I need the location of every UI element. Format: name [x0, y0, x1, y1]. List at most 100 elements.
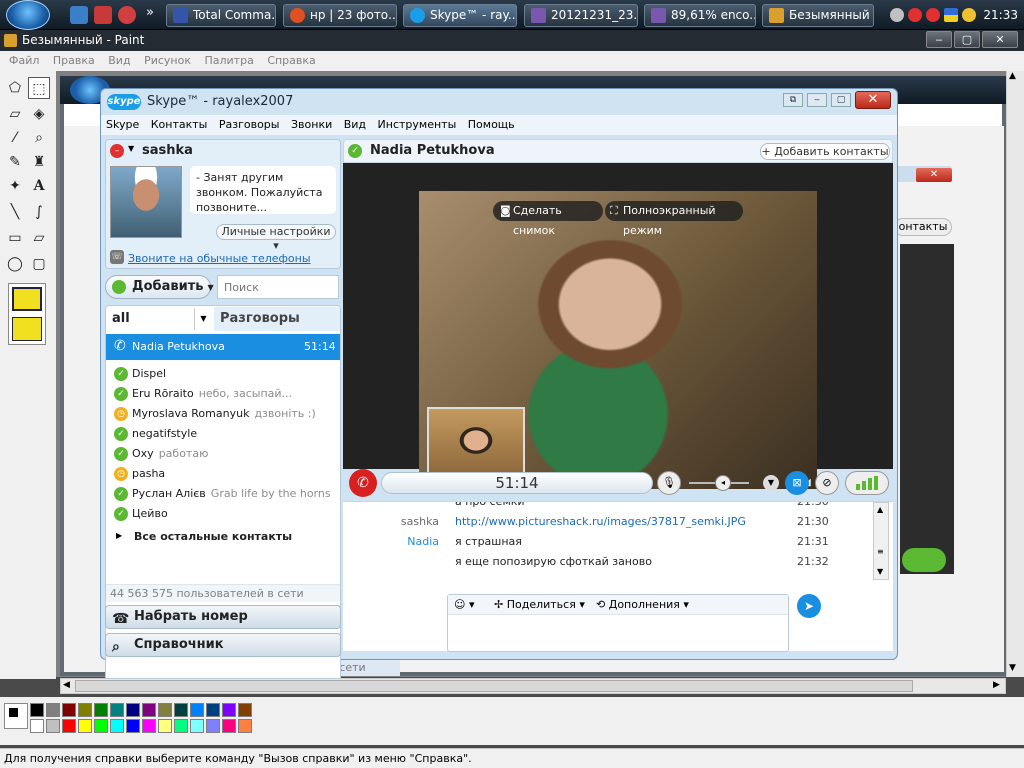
scroll-down-icon[interactable]: ▼ [1009, 663, 1016, 673]
chat-scroll-down-icon[interactable]: ▼ [877, 567, 883, 576]
skype-close-button[interactable]: ✕ [855, 91, 891, 109]
task-skype[interactable]: Skype™ - ray... [403, 4, 517, 27]
tray-skype-away-icon[interactable] [962, 8, 976, 22]
scroll-thumb[interactable] [75, 680, 913, 692]
palette-swatch[interactable] [190, 703, 204, 717]
end-call-button[interactable]: ✆ [349, 469, 377, 497]
paint-vertical-scrollbar[interactable]: ▲ ▼ [1006, 71, 1024, 677]
scroll-right-icon[interactable]: ▶ [993, 680, 1000, 690]
fill-icon[interactable]: ◈ [28, 103, 50, 125]
paint-menu-file[interactable]: Файл [9, 54, 39, 67]
tray-opera-icon[interactable] [926, 8, 940, 22]
brush-icon[interactable]: ♜ [28, 151, 50, 173]
tray-tools-icon[interactable] [890, 8, 904, 22]
chat-scroll-up-icon[interactable]: ▲ [877, 505, 883, 514]
quicklaunch-app-icon[interactable] [94, 6, 112, 24]
palette-swatch[interactable] [62, 719, 76, 733]
free-select-icon[interactable]: ⬠ [4, 77, 26, 99]
send-message-button[interactable]: ➤ [797, 594, 821, 618]
palette-swatch[interactable] [158, 703, 172, 717]
personal-settings-button[interactable]: Личные настройки ▾ [216, 224, 336, 252]
palette-swatch[interactable] [110, 703, 124, 717]
skype-menu-contacts[interactable]: Контакты [151, 118, 208, 131]
palette-swatch[interactable] [126, 703, 140, 717]
call-contact-name[interactable]: Nadia Petukhova [370, 143, 495, 158]
paint-menu-edit[interactable]: Правка [53, 54, 95, 67]
remote-video[interactable]: ◙ Сделать снимок ⛶ Полноэкранный режим ◢ [419, 191, 817, 489]
ellipse-icon[interactable]: ◯ [4, 253, 26, 275]
palette-swatch[interactable] [30, 719, 44, 733]
tool-options-panel[interactable] [8, 283, 46, 345]
task-video-file[interactable]: 20121231_23... [524, 4, 638, 27]
pencil-icon[interactable]: ✎ [4, 151, 26, 173]
contact-filter-select[interactable]: all [108, 308, 192, 330]
call-phones-link[interactable]: Звоните на обычные телефоны [128, 252, 311, 265]
rectangle-icon[interactable]: ▭ [4, 227, 26, 249]
tab-conversations[interactable]: Разговоры [214, 307, 340, 331]
skype-minimize-button[interactable]: ‒ [807, 93, 827, 107]
show-desktop-icon[interactable] [70, 6, 88, 24]
task-browser[interactable]: нр | 23 фото... [283, 4, 397, 27]
palette-swatch[interactable] [30, 703, 44, 717]
paint-maximize-button[interactable]: ▢ [954, 31, 980, 48]
contact-row[interactable]: ◷ pasha [106, 464, 340, 484]
profile-name[interactable]: sashka [142, 143, 193, 158]
palette-swatch[interactable] [110, 719, 124, 733]
magnifier-icon[interactable]: ⌕ [28, 127, 50, 149]
task-total-commander[interactable]: Total Comma... [166, 4, 276, 27]
scroll-left-icon[interactable]: ◀ [63, 680, 70, 690]
palette-swatch[interactable] [158, 719, 172, 733]
filter-dropdown-icon[interactable]: ▼ [194, 308, 212, 330]
paint-minimize-button[interactable]: ‒ [926, 31, 952, 48]
polygon-icon[interactable]: ▱ [28, 227, 50, 249]
snapshot-button[interactable]: ◙ Сделать снимок [493, 201, 603, 237]
microphone-button[interactable]: 🎙 [657, 471, 681, 495]
skype-menu-tools[interactable]: Инструменты [378, 118, 457, 131]
palette-swatch[interactable] [222, 703, 236, 717]
opaque-option-icon[interactable] [12, 287, 42, 311]
message-compose[interactable]: ☺ ▾ ✢ Поделиться ▾ ⟲ Дополнения ▾ [447, 594, 789, 652]
volume-dropdown-icon[interactable]: ▼ [763, 475, 779, 491]
contact-row[interactable]: ✓ Oxy работаю [106, 444, 340, 464]
scroll-up-icon[interactable]: ▲ [1009, 71, 1016, 81]
hold-button[interactable]: ⊘ [815, 471, 839, 495]
skype-compact-button[interactable]: ⧉ [783, 93, 803, 107]
message-text[interactable]: http://www.pictureshack.ru/images/37817_… [455, 512, 746, 532]
skype-menu-skype[interactable]: Skype [106, 118, 139, 131]
add-contacts-button[interactable]: + Добавить контакты [760, 143, 890, 160]
share-button[interactable]: ✢ Поделиться ▾ [494, 595, 585, 615]
palette-swatch[interactable] [238, 719, 252, 733]
palette-swatch[interactable] [174, 719, 188, 733]
paint-close-button[interactable]: ✕ [982, 31, 1018, 48]
call-quality-indicator[interactable] [845, 471, 889, 495]
palette-swatch[interactable] [222, 719, 236, 733]
palette-swatch[interactable] [206, 719, 220, 733]
skype-menu-view[interactable]: Вид [344, 118, 366, 131]
rounded-rect-icon[interactable]: ▢ [28, 253, 50, 275]
palette-swatch[interactable] [46, 703, 60, 717]
palette-swatch[interactable] [142, 719, 156, 733]
paint-menu-help[interactable]: Справка [267, 54, 315, 67]
palette-swatch[interactable] [238, 703, 252, 717]
tray-app-icon[interactable] [908, 8, 922, 22]
palette-swatch[interactable] [142, 703, 156, 717]
paint-menu-palette[interactable]: Палитра [204, 54, 253, 67]
line-icon[interactable]: ╲ [4, 201, 26, 223]
contact-row[interactable]: ✓ Цейво [106, 504, 340, 524]
video-toggle-button[interactable]: ⊠ [785, 471, 809, 495]
contact-row[interactable]: ✓ Dispel [106, 364, 340, 384]
extras-button[interactable]: ⟲ Дополнения ▾ [596, 595, 689, 615]
status-busy-icon[interactable]: – [110, 144, 124, 158]
palette-swatch[interactable] [190, 719, 204, 733]
start-button[interactable] [6, 0, 50, 30]
rect-select-icon[interactable]: ⬚ [28, 77, 50, 99]
expand-arrow-icon[interactable]: ▶ [116, 531, 122, 540]
skype-menu-conversations[interactable]: Разговоры [219, 118, 280, 131]
skype-menu-help[interactable]: Помощь [468, 118, 515, 131]
skype-maximize-button[interactable]: ▢ [831, 93, 851, 107]
task-encoder[interactable]: 89,61% enco... [644, 4, 756, 27]
text-tool-icon[interactable]: A [28, 175, 50, 197]
quicklaunch-overflow-icon[interactable]: » [146, 5, 154, 20]
mood-message[interactable]: - Занят другим звонком. Пожалуйста позво… [190, 166, 336, 214]
palette-swatch[interactable] [94, 703, 108, 717]
